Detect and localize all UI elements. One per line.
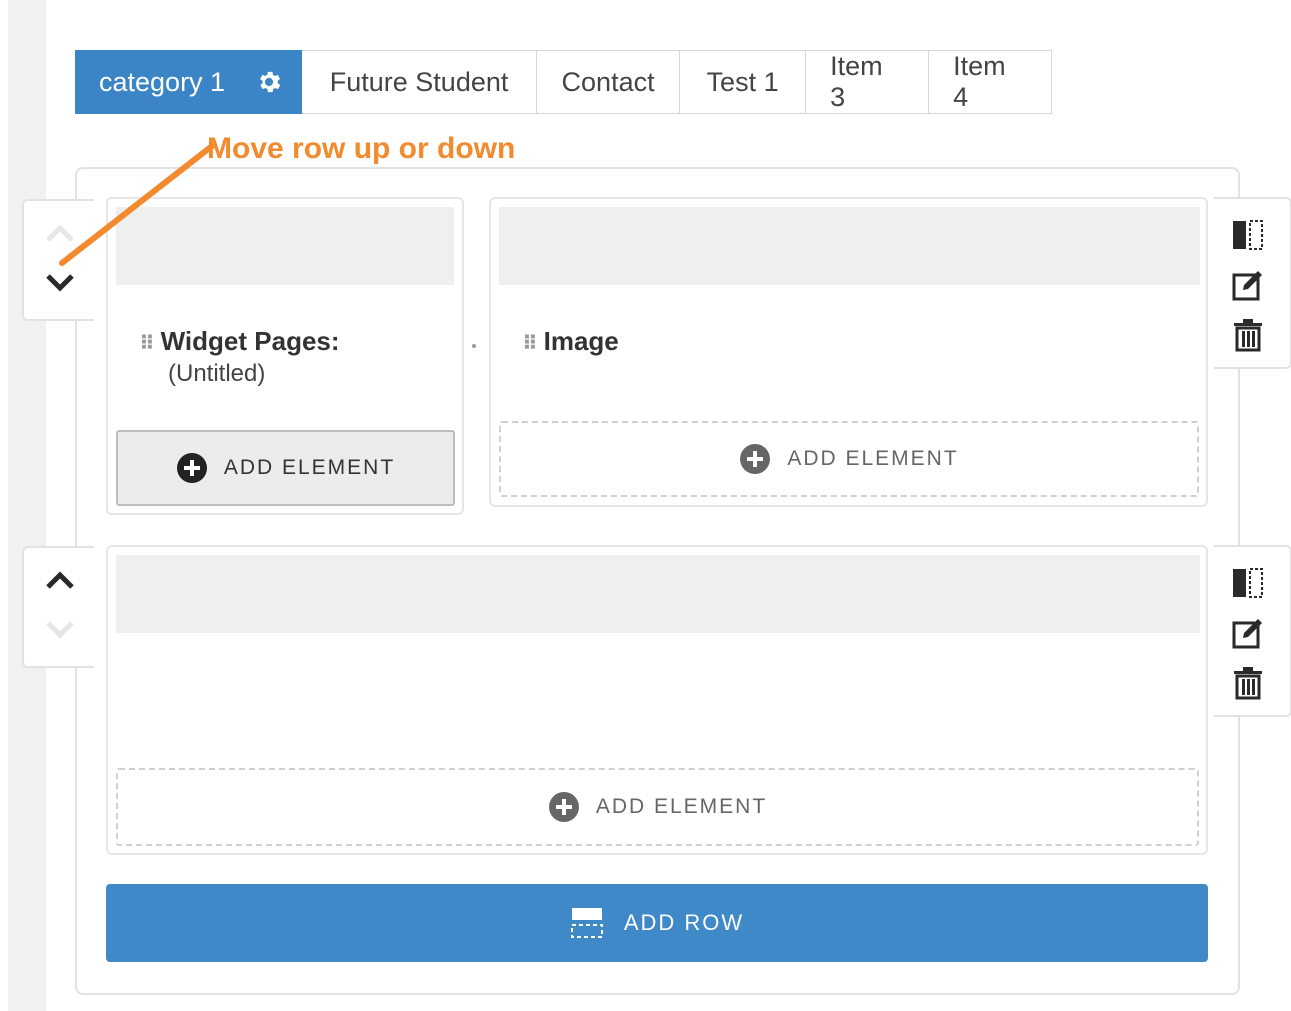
tab-category-1[interactable]: category 1	[75, 50, 303, 114]
row-2-tools	[1214, 545, 1291, 717]
add-row-icon	[570, 906, 604, 940]
add-element-label: ADD ELEMENT	[595, 795, 768, 818]
row-2-move-controls	[22, 546, 94, 668]
row-1-tools	[1214, 197, 1291, 369]
trash-icon[interactable]	[1230, 317, 1266, 353]
add-row-button[interactable]: ADD ROW	[106, 884, 1208, 962]
gear-icon[interactable]	[255, 68, 283, 96]
plus-circle-icon	[739, 443, 771, 475]
annotation-text: Move row up or down	[207, 132, 516, 165]
columns-icon[interactable]	[1230, 565, 1266, 601]
tab-label: Item 4	[953, 51, 1006, 112]
tab-test-1[interactable]: Test 1	[680, 50, 807, 114]
add-element-button[interactable]: ADD ELEMENT	[116, 430, 455, 506]
image-widget-title[interactable]: ⠿ Image	[522, 326, 619, 357]
add-element-label: ADD ELEMENT	[223, 456, 396, 479]
add-row-label: ADD ROW	[623, 910, 745, 935]
column-header[interactable]	[116, 207, 454, 285]
column-header[interactable]	[499, 207, 1200, 285]
columns-icon[interactable]	[1230, 217, 1266, 253]
move-up-button[interactable]	[42, 562, 78, 598]
column-divider-dot	[472, 344, 476, 348]
add-element-button[interactable]: ADD ELEMENT	[116, 768, 1199, 846]
edit-icon[interactable]	[1230, 267, 1266, 303]
column-header[interactable]	[116, 555, 1200, 633]
add-element-label: ADD ELEMENT	[787, 447, 959, 470]
plus-circle-icon	[548, 791, 580, 823]
trash-icon[interactable]	[1230, 665, 1266, 701]
tab-label: Item 3	[830, 51, 883, 112]
tab-label: Test 1	[706, 66, 779, 97]
left-gutter	[8, 0, 46, 1011]
widget-pages-title[interactable]: ⠿ Widget Pages:	[139, 326, 340, 357]
tab-label: category 1	[99, 66, 226, 97]
move-down-button[interactable]	[42, 612, 78, 648]
tab-item-4[interactable]: Item 4	[929, 50, 1053, 114]
edit-icon[interactable]	[1230, 615, 1266, 651]
add-element-button[interactable]: ADD ELEMENT	[499, 421, 1199, 497]
tab-label: Future Student	[329, 66, 509, 97]
move-down-button[interactable]	[42, 265, 78, 301]
tab-future-student[interactable]: Future Student	[302, 50, 538, 114]
tab-item-3[interactable]: Item 3	[806, 50, 930, 114]
widget-pages-subtitle: (Untitled)	[168, 360, 266, 387]
category-tabs: category 1 Future Student Contact Test 1…	[75, 50, 1053, 114]
tab-contact[interactable]: Contact	[537, 50, 681, 114]
drag-handle-icon[interactable]: ⠿	[139, 331, 155, 356]
plus-circle-icon	[176, 452, 208, 484]
drag-handle-icon[interactable]: ⠿	[522, 331, 538, 356]
move-up-button[interactable]	[42, 215, 78, 251]
row-1-move-controls	[22, 199, 94, 321]
tab-label: Contact	[561, 66, 655, 97]
